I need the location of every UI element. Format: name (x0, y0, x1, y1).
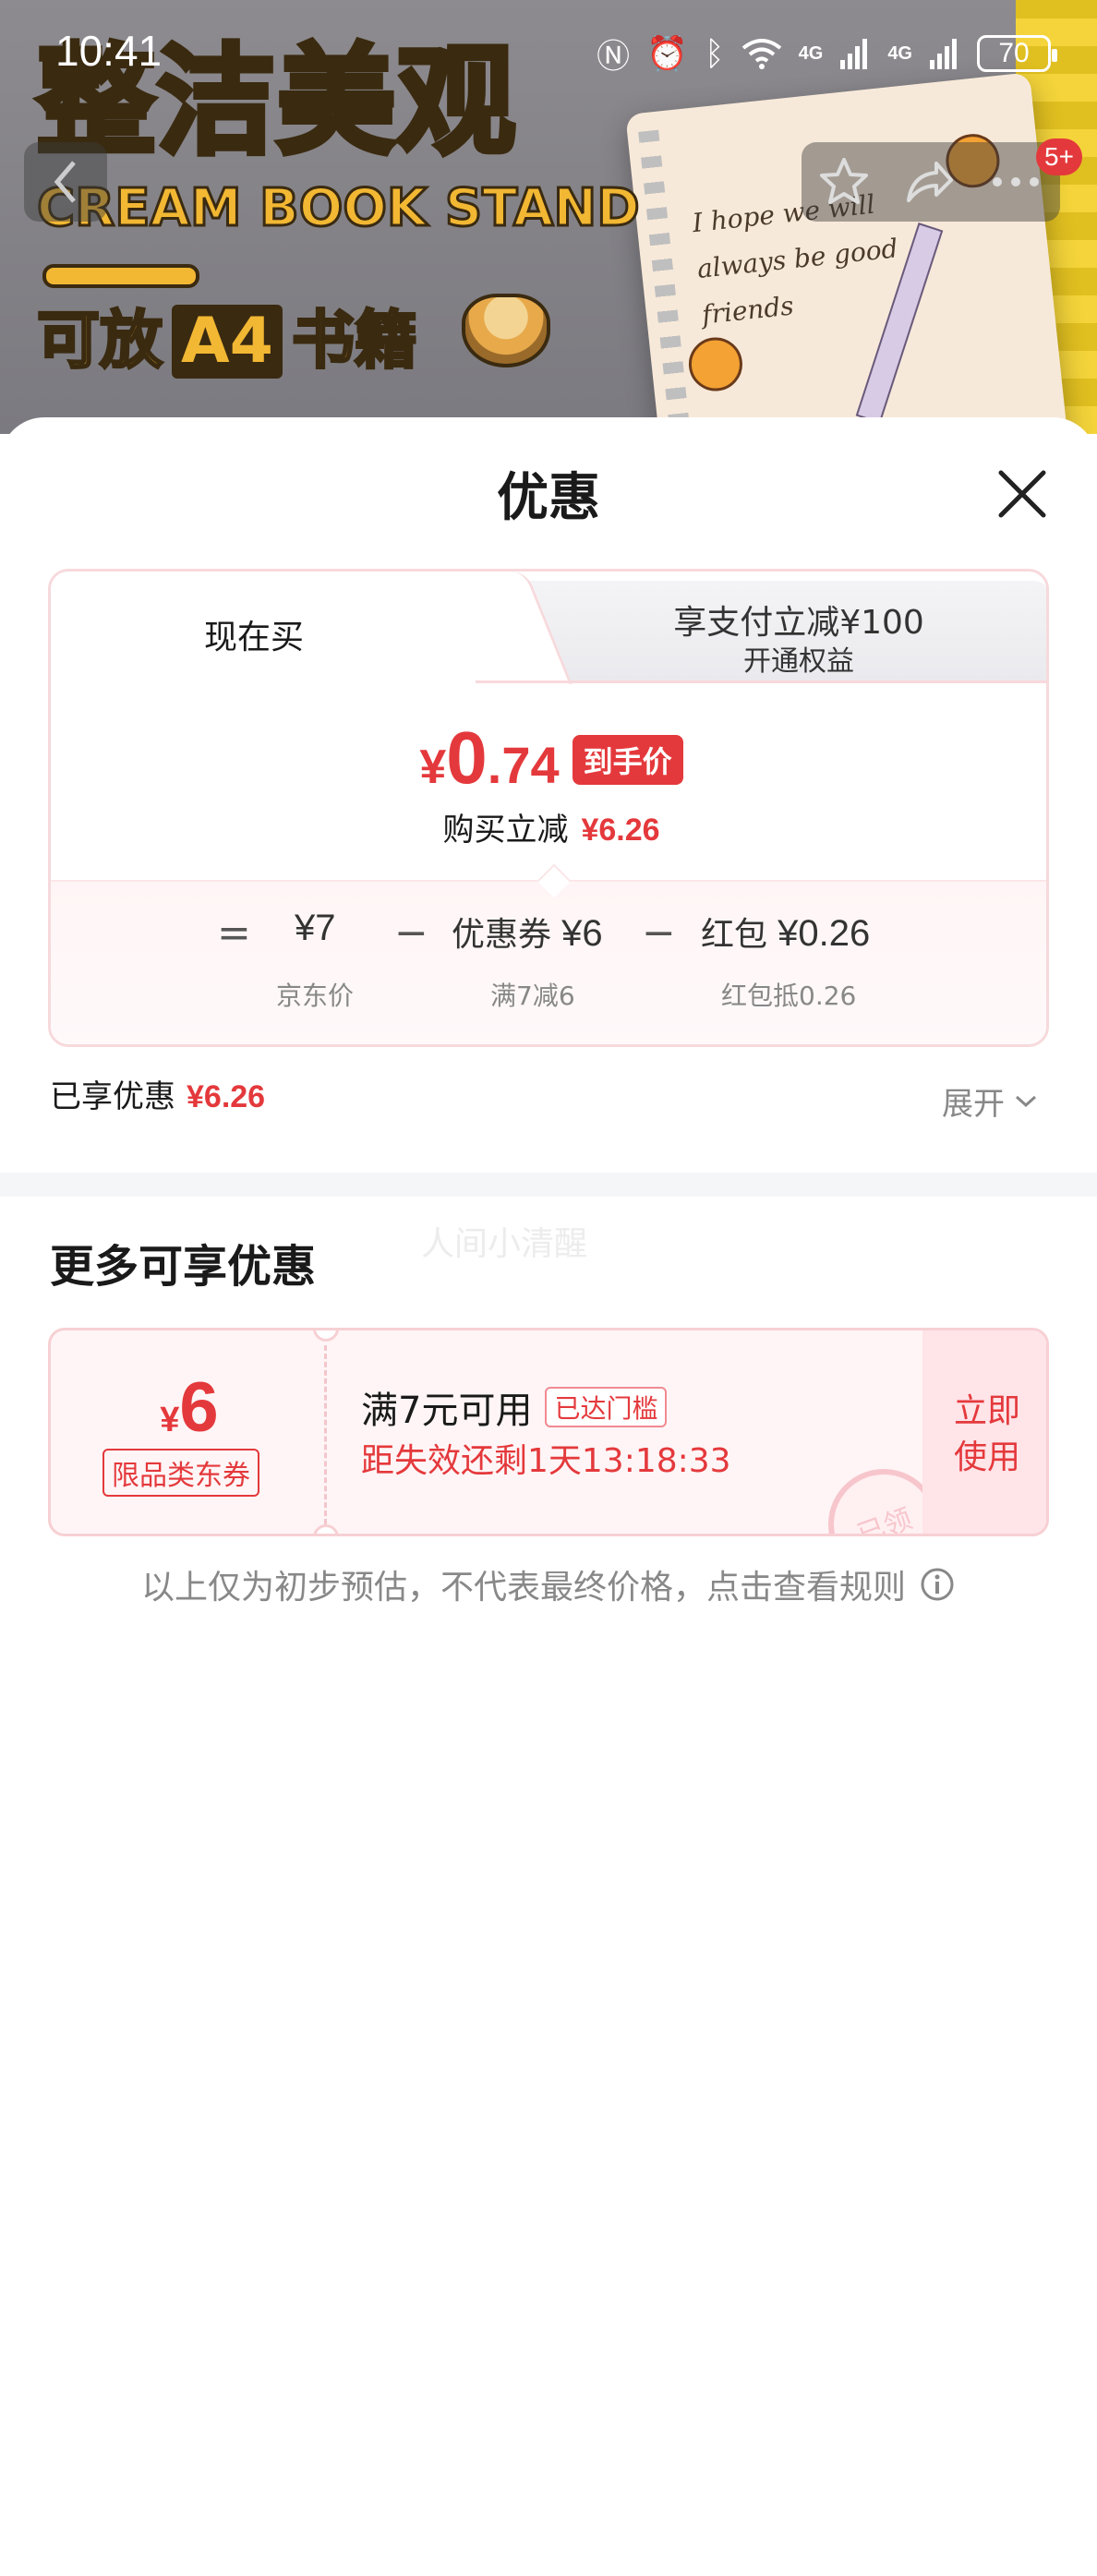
reduce-amount: ¥6.26 (581, 813, 660, 848)
more-discounts-title: 更多可享优惠 (50, 1241, 317, 1293)
promo-sub-box: A4 (172, 305, 283, 379)
coupon-currency: ¥ (160, 1401, 180, 1439)
coupon-deduction-sub: 满7减6 (490, 981, 575, 1011)
minus-sign: − (394, 909, 428, 957)
nav-actions (802, 142, 1060, 222)
notebook-rings (638, 129, 697, 434)
disclaimer[interactable]: 以上仅为初步预估，不代表最终价格，点击查看规则 (0, 1560, 1097, 1608)
breakdown-notch (536, 863, 572, 898)
promo-sub-suffix: 书籍 (290, 304, 418, 379)
battery-level: 70 (998, 38, 1030, 68)
coupon-value-area: ¥6 限品类东券 (51, 1330, 328, 1534)
coupon-condition-text: 满7元可用 (361, 1390, 533, 1432)
disclaimer-text: 以上仅为初步预估，不代表最终价格，点击查看规则 (140, 1569, 906, 1607)
status-time: 10:41 (55, 27, 163, 75)
tab-pay-sublabel: 开通权益 (743, 645, 854, 678)
tab-pay-label: 享支付立减¥100 (673, 604, 924, 642)
signal-icon (840, 39, 868, 69)
nfc-icon: Ⓝ (597, 37, 631, 75)
final-price-currency: ¥ (419, 740, 447, 794)
alarm-icon: ⏰ (646, 34, 689, 72)
price-breakdown: = ¥7 京东价 − 优惠券 ¥6 满7减6 − 红包 ¥0.26 红包抵0.2… (51, 863, 1046, 1044)
network-type-2: 4G (887, 42, 912, 64)
star-icon[interactable] (818, 156, 870, 208)
use-now-button[interactable]: 立即 使用 (922, 1330, 1046, 1534)
use-now-line2: 使用 (953, 1438, 1020, 1476)
share-icon[interactable] (903, 156, 955, 208)
bluetooth-icon: ᛒ (705, 34, 725, 72)
sheet-title: 优惠 (497, 468, 600, 528)
network-type-1: 4G (798, 42, 824, 64)
enjoyed-discount: 已享优惠 ¥6.26 (50, 1071, 265, 1116)
notebook-image: I hope we will always be good friends (625, 72, 1074, 434)
coupon-amount: ¥6 (51, 1367, 328, 1448)
final-price: ¥0.74 (419, 716, 559, 800)
enjoyed-amount: ¥6.26 (187, 1079, 266, 1114)
chevron-left-icon (54, 161, 76, 203)
close-icon[interactable] (988, 460, 1056, 528)
tab-divider (476, 680, 1046, 683)
coupon-type: 限品类东券 (102, 1449, 259, 1497)
expand-button[interactable]: 展开 (942, 1078, 1038, 1124)
back-button[interactable] (24, 142, 107, 222)
redpack-deduction-sub: 红包抵0.26 (721, 981, 857, 1011)
coupon-deduction: 优惠券 ¥6 (452, 908, 603, 956)
coupon-separator (324, 1345, 327, 1524)
promo-sub-prefix: 可放 (35, 304, 163, 379)
coupon-expire: 距失效还剩1天13:18:33 (361, 1442, 731, 1480)
use-now-line1: 立即 (953, 1392, 1020, 1430)
redpack-deduction-value: ¥0.26 (778, 913, 871, 954)
wifi-icon (741, 39, 781, 69)
tab-buy-now-label: 现在买 (203, 619, 304, 656)
coupon-card[interactable]: ¥6 限品类东券 满7元可用 已达门槛 距失效还剩1天13:18:33 已领 立… (48, 1328, 1049, 1536)
reduce-row: 购买立减 ¥6.26 (51, 804, 1046, 849)
status-icons: Ⓝ ⏰ ᛒ 4G 4G 70 (597, 30, 1057, 78)
promo-bar (42, 264, 199, 288)
redpack-deduction: 红包 ¥0.26 (701, 908, 870, 956)
battery-icon: 70 (977, 35, 1057, 72)
price-card: 现在买 享支付立减¥100 开通权益 ¥0.74 到手价 购买立减 ¥6.26 =… (48, 569, 1049, 1047)
discount-sheet: 优惠 现在买 享支付立减¥100 开通权益 ¥0.74 到手价 购买立减 ¥6.2… (0, 417, 1097, 2576)
equals-sign: = (217, 909, 251, 957)
reduce-label: 购买立减 (442, 812, 569, 849)
more-icon[interactable] (988, 173, 1043, 191)
section-divider (0, 1173, 1097, 1197)
orange-illustration (686, 334, 745, 394)
enjoyed-label: 已享优惠 (50, 1078, 175, 1115)
coupon-amount-value: 6 (179, 1368, 219, 1447)
egg-tart-illustration (462, 294, 550, 367)
final-price-decimal: .74 (487, 736, 560, 794)
promo-english: CREAM BOOK STAND (36, 177, 642, 240)
coupon-condition: 满7元可用 已达门槛 (361, 1380, 668, 1434)
threshold-badge: 已达门槛 (545, 1387, 668, 1427)
chevron-down-icon (1015, 1095, 1037, 1107)
coupon-deduction-value: ¥6 (561, 913, 603, 954)
info-icon[interactable] (919, 1566, 956, 1603)
cart-badge: 5+ (1036, 138, 1082, 175)
redpack-deduction-label: 红包 (701, 916, 768, 954)
final-price-row: ¥0.74 到手价 (51, 716, 1046, 800)
final-price-integer: 0 (446, 716, 488, 799)
status-bar: 10:41 Ⓝ ⏰ ᛒ 4G 4G 70 (0, 0, 1097, 102)
final-price-tag: 到手价 (572, 735, 683, 785)
watermark: 人间小清醒 (421, 1225, 588, 1263)
minus-sign: − (642, 909, 676, 957)
jd-price-label: 京东价 (276, 981, 355, 1011)
jd-price: ¥7 (295, 908, 336, 948)
expand-label: 展开 (942, 1086, 1005, 1123)
coupon-deduction-label: 优惠券 (452, 916, 552, 954)
signal-icon (930, 39, 957, 69)
